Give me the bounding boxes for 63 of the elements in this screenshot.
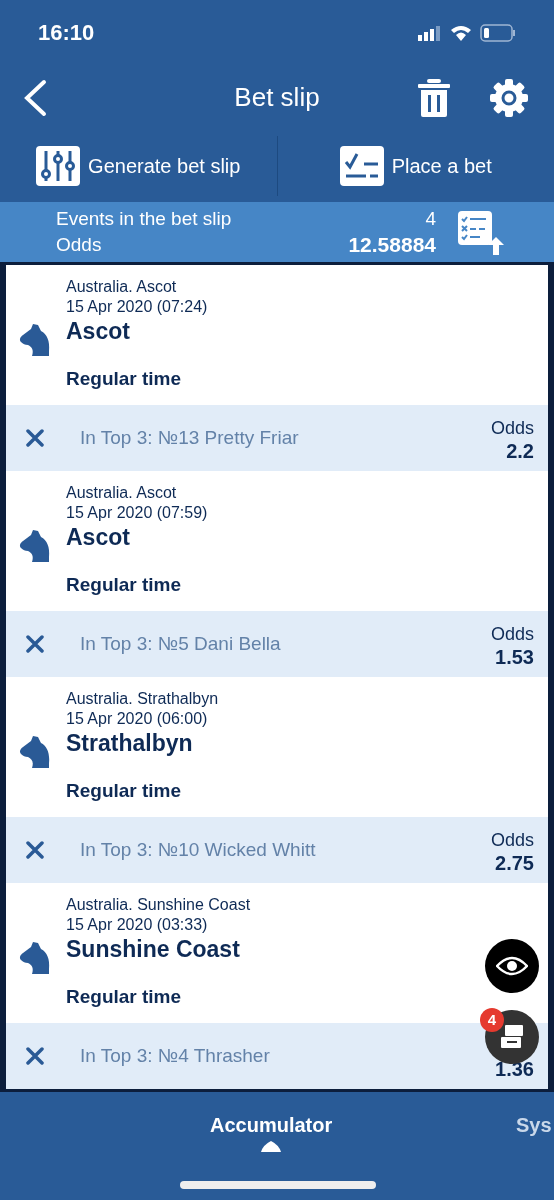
remove-button[interactable]	[23, 838, 47, 862]
selection-text: In Top 3: №4 Thrasher	[80, 1043, 270, 1068]
page-title: Bet slip	[234, 81, 320, 114]
odds-value: 1.36	[495, 1057, 534, 1081]
trash-button[interactable]	[418, 78, 450, 117]
checklist-upload-icon	[458, 209, 504, 255]
odds-value: 1.53	[495, 645, 534, 669]
horse-head-icon	[18, 941, 52, 975]
checklist-icon	[339, 146, 384, 186]
event-date: 15 Apr 2020 (07:24)	[66, 297, 208, 317]
settings-icon	[490, 78, 528, 117]
battery-icon	[480, 23, 516, 42]
back-icon	[22, 78, 48, 117]
remove-button[interactable]	[23, 1044, 47, 1068]
remove-button[interactable]	[23, 632, 47, 656]
settings-button[interactable]	[490, 78, 528, 117]
odds-value: 2.75	[495, 851, 534, 875]
horse-head-icon	[18, 529, 52, 563]
event-period: Regular time	[66, 779, 183, 803]
signal-icon	[418, 24, 442, 41]
eye-icon	[496, 956, 528, 976]
close-icon	[26, 841, 44, 859]
event-location: Australia. Sunshine Coast	[66, 895, 251, 915]
tickets-icon	[499, 1024, 525, 1050]
trash-icon	[418, 78, 450, 117]
close-icon	[26, 1047, 44, 1065]
event-date: 15 Apr 2020 (06:00)	[66, 709, 209, 729]
wifi-icon	[450, 24, 472, 41]
selection-text: In Top 3: №10 Wicked Whitt	[80, 837, 316, 862]
event-title: Strathalbyn	[66, 729, 194, 757]
tab-indicator	[261, 1141, 282, 1152]
event-title: Ascot	[66, 523, 131, 551]
events-count: 4	[425, 207, 436, 231]
event-date: 15 Apr 2020 (03:33)	[66, 915, 209, 935]
odds-label: Odds	[490, 829, 534, 851]
odds-label: Odds	[490, 417, 534, 439]
event-location: Australia. Ascot	[66, 277, 178, 297]
event-period: Regular time	[66, 367, 183, 391]
horse-head-icon	[18, 735, 52, 769]
event-location: Australia. Strathalbyn	[66, 689, 219, 709]
odds-value: 2.2	[506, 439, 534, 463]
event-location: Australia. Ascot	[66, 483, 178, 503]
generate-bet-slip-button[interactable]: Generate bet slip	[36, 146, 241, 186]
event-date: 15 Apr 2020 (07:59)	[66, 503, 208, 523]
place-bet-button[interactable]: Place a bet	[339, 146, 492, 186]
selection-text: In Top 3: №5 Dani Bella	[80, 631, 281, 656]
events-label: Events in the bet slip	[56, 207, 232, 231]
status-time: 16:10	[38, 19, 95, 47]
event-title: Sunshine Coast	[66, 935, 241, 963]
odds-label: Odds	[56, 233, 102, 257]
selection-text: In Top 3: №13 Pretty Friar	[80, 425, 299, 450]
close-icon	[26, 635, 44, 653]
event-title: Ascot	[66, 317, 131, 345]
sliders-icon	[36, 146, 81, 186]
event-period: Regular time	[66, 985, 183, 1009]
remove-button[interactable]	[23, 426, 47, 450]
tab[interactable]: Accumulator	[210, 1110, 333, 1154]
close-icon	[26, 429, 44, 447]
horse-head-icon	[18, 323, 52, 357]
total-odds: 12.58884	[348, 232, 436, 258]
tab[interactable]: Sys	[516, 1110, 552, 1154]
odds-label: Odds	[490, 623, 534, 645]
event-period: Regular time	[66, 573, 183, 597]
